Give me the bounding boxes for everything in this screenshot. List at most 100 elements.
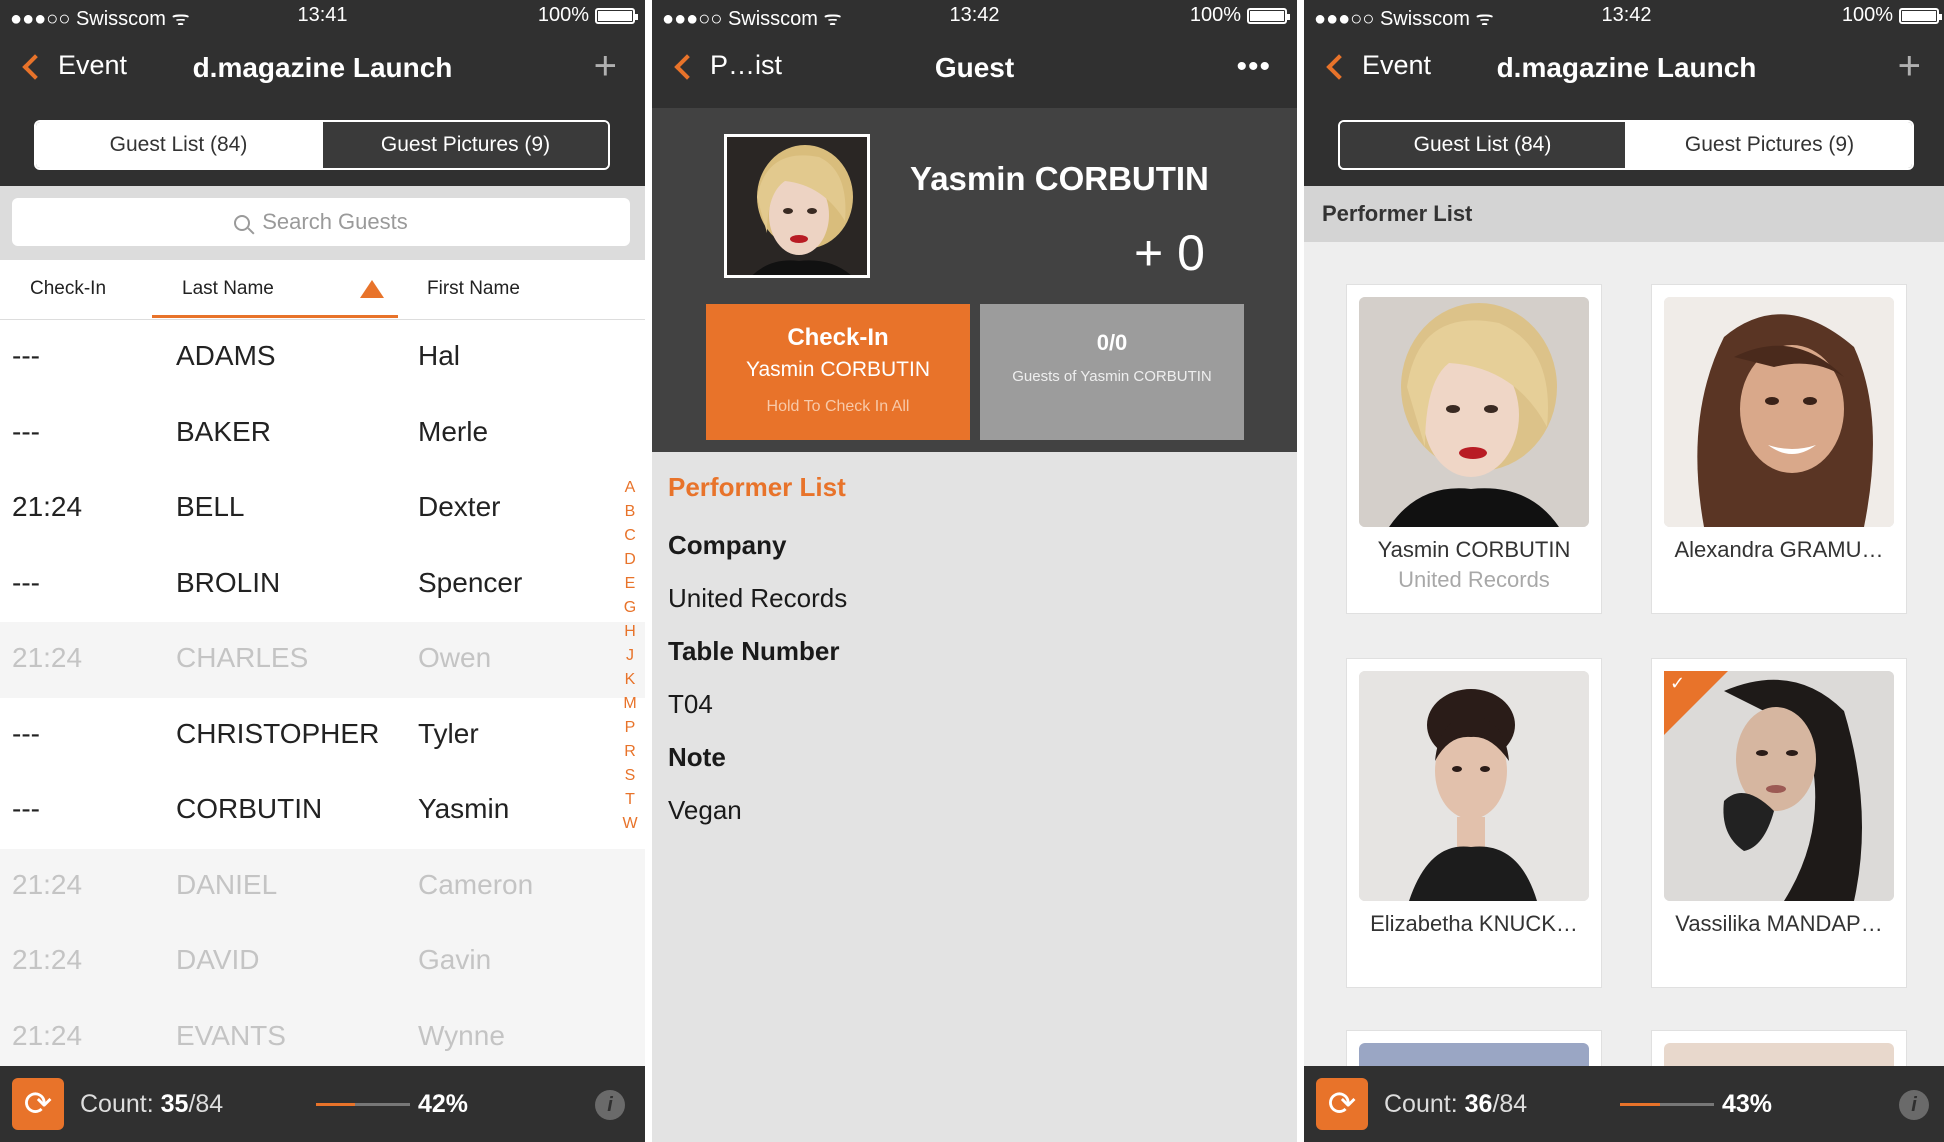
card-name: Vassilika MANDAP… <box>1675 911 1883 936</box>
index-letter[interactable]: H <box>620 620 640 644</box>
nav-bar: Event d.magazine Launch + <box>0 32 645 108</box>
more-icon[interactable]: ••• <box>1236 50 1271 84</box>
cell-first-name: Spencer <box>418 566 523 598</box>
progress-percent: 42% <box>418 1090 469 1118</box>
cell-first-name: Tyler <box>418 717 479 749</box>
index-letter[interactable]: M <box>620 692 640 716</box>
progress-fill <box>1620 1103 1661 1106</box>
table-row[interactable]: 21:24 DANIEL Cameron <box>0 848 645 924</box>
cell-checkin: 21:24 <box>12 868 83 900</box>
cell-last-name: CORBUTIN <box>176 793 323 824</box>
cell-checkin: 21:24 <box>12 944 83 975</box>
guest-list-screen: ●●●○○ Swisscom ᯤ 13:41 100% Event d.maga… <box>0 0 645 1142</box>
card-name: Alexandra GRAMU… <box>1674 537 1884 562</box>
cell-last-name: DAVID <box>176 944 260 975</box>
tab-guest-pictures[interactable]: Guest Pictures (9) <box>1627 122 1912 168</box>
index-letter[interactable]: K <box>620 668 640 692</box>
field-value-company: United Records <box>668 583 848 613</box>
card-name: Elizabetha KNUCK… <box>1370 911 1578 936</box>
add-icon[interactable]: + <box>594 46 617 86</box>
count-label: Count: 36/84 <box>1384 1090 1528 1118</box>
cell-last-name: BAKER <box>176 415 271 447</box>
cell-first-name: Cameron <box>418 868 534 900</box>
page-title: Guest <box>934 52 1015 83</box>
alphabet-index[interactable]: A B C D E G H J K M P R S T W <box>620 476 640 836</box>
tab-guest-pictures[interactable]: Guest Pictures (9) <box>321 122 608 168</box>
table-row[interactable]: 21:24 BELL Dexter <box>0 471 645 547</box>
guest-photo <box>1359 671 1589 901</box>
index-letter[interactable]: B <box>620 500 640 524</box>
battery-icon <box>595 7 638 24</box>
sync-icon[interactable]: ⟳ <box>12 1078 64 1130</box>
check-in-title: Check-In <box>787 324 889 351</box>
table-row[interactable]: --- CORBUTIN Yasmin <box>0 773 645 849</box>
cell-checkin: 21:24 <box>12 491 83 522</box>
column-checkin[interactable]: Check-In <box>30 278 106 300</box>
guest-card[interactable]: Alexandra GRAMU… <box>1651 284 1907 614</box>
guest-name: Yasmin CORBUTIN <box>910 160 1209 197</box>
check-in-button[interactable]: Check-In Yasmin CORBUTIN Hold To Check I… <box>706 304 970 440</box>
section-title: Performer List <box>1304 186 1944 242</box>
info-icon[interactable]: i <box>1899 1090 1929 1120</box>
cell-last-name: CHRISTOPHER <box>176 717 380 749</box>
table-row[interactable]: 21:24 CHARLES Owen <box>0 622 645 698</box>
table-row[interactable]: --- ADAMS Hal <box>0 320 645 396</box>
guest-pictures-screen: ●●●○○ Swisscom ᯤ 13:42 100% Event d.maga… <box>1304 0 1944 1142</box>
index-letter[interactable]: T <box>620 788 640 812</box>
index-letter[interactable]: P <box>620 716 640 740</box>
guest-card[interactable]: ✓ Vassilika MANDAP… <box>1651 658 1907 988</box>
field-value-table: T04 <box>668 689 713 719</box>
cell-first-name: Merle <box>418 415 489 447</box>
guest-details: Performer List Company United Records Ta… <box>668 472 847 837</box>
count-value: 35 <box>160 1090 189 1118</box>
guests-of-count: 0/0 <box>1096 330 1128 355</box>
index-letter[interactable]: C <box>620 524 640 548</box>
portrait-image <box>1664 297 1894 527</box>
info-icon[interactable]: i <box>595 1090 625 1120</box>
plus-guests-count[interactable]: + 0 <box>1134 224 1205 282</box>
cell-checkin: --- <box>12 415 40 447</box>
search-input[interactable]: Search Guests <box>12 198 630 246</box>
guest-photo <box>1359 297 1589 527</box>
index-letter[interactable]: S <box>620 764 640 788</box>
status-bar: ●●●○○ Swisscom ᯤ 13:41 100% <box>0 0 645 32</box>
count-label: Count: 35/84 <box>80 1090 224 1118</box>
index-letter[interactable]: D <box>620 548 640 572</box>
column-last-name[interactable]: Last Name <box>182 278 274 300</box>
index-letter[interactable]: G <box>620 596 640 620</box>
footer-bar: ⟳ Count: 35/84 42% i <box>0 1066 645 1142</box>
sort-underline <box>152 315 398 318</box>
table-row[interactable]: --- BROLIN Spencer <box>0 546 645 622</box>
cell-last-name: ADAMS <box>176 340 276 371</box>
cell-last-name: BELL <box>176 491 245 522</box>
index-letter[interactable]: R <box>620 740 640 764</box>
column-first-name[interactable]: First Name <box>427 278 520 300</box>
index-letter[interactable]: W <box>620 812 640 836</box>
guest-card[interactable]: Yasmin CORBUTIN United Records <box>1346 284 1602 614</box>
index-letter[interactable]: J <box>620 644 640 668</box>
guests-of-button[interactable]: 0/0 Guests of Yasmin CORBUTIN <box>980 304 1244 440</box>
table-row[interactable]: --- CHRISTOPHER Tyler <box>0 697 645 773</box>
index-letter[interactable]: E <box>620 572 640 596</box>
cell-last-name: EVANTS <box>176 1019 286 1051</box>
count-total: /84 <box>1492 1090 1528 1118</box>
segmented-control: Guest List (84) Guest Pictures (9) <box>34 120 610 170</box>
add-icon[interactable]: + <box>1898 46 1921 86</box>
guest-detail-screen: ●●●○○ Swisscom ᯤ 13:42 100% P…ist Guest … <box>652 0 1297 1142</box>
progress-percent: 43% <box>1722 1090 1773 1118</box>
table-row[interactable]: 21:24 EVANTS Wynne <box>0 999 645 1075</box>
battery-percent: 100% <box>537 4 589 26</box>
guest-card[interactable]: Elizabetha KNUCK… <box>1346 658 1602 988</box>
table-row[interactable]: 21:24 DAVID Gavin <box>0 924 645 1000</box>
field-label-table: Table Number <box>668 636 840 666</box>
portrait-image <box>1359 671 1589 901</box>
progress-bar <box>1620 1103 1714 1106</box>
cell-last-name: DANIEL <box>176 868 278 900</box>
cell-checkin: --- <box>12 566 40 598</box>
index-letter[interactable]: A <box>620 476 640 500</box>
sync-icon[interactable]: ⟳ <box>1316 1078 1368 1130</box>
tab-guest-list[interactable]: Guest List (84) <box>36 122 321 168</box>
cell-last-name: CHARLES <box>176 642 309 673</box>
table-row[interactable]: --- BAKER Merle <box>0 395 645 471</box>
tab-guest-list[interactable]: Guest List (84) <box>1340 122 1627 168</box>
